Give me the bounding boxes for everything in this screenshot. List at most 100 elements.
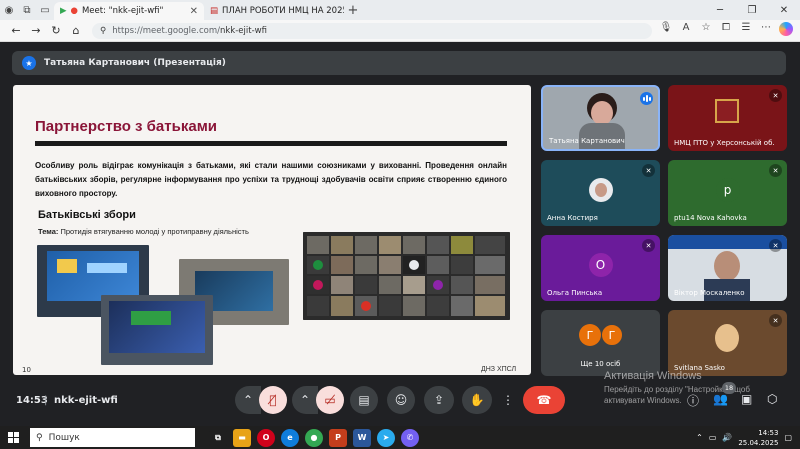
participant-tile[interactable]: ✕ Svitlana Sasko [668,310,787,376]
chrome-icon[interactable]: ● [305,428,323,447]
maximize-icon[interactable]: ❐ [736,5,768,16]
edge-icon[interactable]: e [281,428,299,447]
extensions-icon[interactable]: ⧠ [718,22,734,39]
copilot-icon[interactable] [778,22,794,39]
activities-icon[interactable]: ⬡ [767,392,777,406]
viber-icon[interactable]: ✆ [401,428,419,447]
address-bar-row: ← → ↻ ⌂ ⚲ https://meet.google.com/nkk-ej… [0,20,800,42]
more-participants-tile[interactable]: Г Г Ще 10 осіб [541,310,660,376]
site-info-icon[interactable]: ⚲ [100,26,106,36]
emoji-button[interactable]: ☺ [387,386,415,414]
org-logo-icon [715,99,739,123]
mic-off-icon: ✕ [769,164,782,177]
participant-name: ptu14 Nova Kahovka [674,214,747,222]
profile-icon[interactable]: ◉ [0,0,18,20]
clock-date: 25.04.2025 [738,438,779,447]
microphone-icon[interactable]: 🎙 [658,22,674,39]
participant-tile[interactable]: p ✕ ptu14 Nova Kahovka [668,160,787,226]
back-icon[interactable]: ← [6,24,26,37]
avatar: Г [579,324,601,346]
avatar [588,177,613,202]
search-placeholder: Пошук [48,432,80,443]
favorites-icon[interactable]: ☰ [738,22,754,39]
clock-time: 14:53 [758,428,779,437]
separator: | [44,395,48,406]
forward-icon[interactable]: → [26,24,46,37]
captions-button[interactable]: ▤ [350,386,378,414]
camera-toggle-button[interactable]: ▭̸ [316,386,344,414]
tab-actions-icon[interactable]: ▭ [36,0,54,20]
presentation-slide: Партнерство з батьками Особливу роль від… [13,85,531,375]
recording-icon: ● [70,6,78,16]
taskbar-search[interactable]: ⚲ Пошук [30,428,195,447]
participant-tile[interactable]: ✕ Віктор Москаленко [668,235,787,301]
mic-options-chevron-icon[interactable]: ⌃ [235,386,261,414]
topic-label: Тема: [38,227,59,236]
participant-name: Ольга Пинська [547,289,603,297]
reload-icon[interactable]: ↻ [46,24,66,37]
opera-icon[interactable]: O [257,428,275,447]
participant-tile[interactable]: О ✕ Ольга Пинська [541,235,660,301]
chat-icon[interactable]: ▣ [741,392,752,406]
favorite-star-icon[interactable]: ☆ [698,22,714,39]
slide-page-number: 10 [22,366,31,374]
workspaces-icon[interactable]: ⧉ [18,0,36,20]
meeting-code[interactable]: nkk-ejit-wfi [54,395,118,406]
slide-title: Партнерство з батьками [35,118,218,135]
participant-tile[interactable]: Татьяна Картанович [541,85,660,151]
window-controls: ─ ❐ ✕ [704,5,800,16]
network-icon[interactable]: ▭ [709,433,717,442]
url-field[interactable]: ⚲ https://meet.google.com/nkk-ejit-wfi [92,22,652,39]
word-icon[interactable]: W [353,428,371,447]
slide-topic: Тема: Протидія втягуванню молоді у проти… [38,227,249,236]
more-participants-label: Ще 10 осіб [580,360,621,368]
participant-tile[interactable]: ✕ Анна Костиря [541,160,660,226]
presenter-logo-icon: ★ [22,56,36,70]
start-button[interactable] [0,432,26,443]
taskbar-clock[interactable]: 14:53 25.04.2025 [738,428,778,448]
mic-off-icon: ✕ [642,164,655,177]
present-screen-button[interactable]: ⇪ [424,386,454,414]
slide-photo-laptop-2 [101,295,213,365]
task-view-icon[interactable]: ⧉ [209,428,227,447]
slide-divider [35,141,507,146]
home-icon[interactable]: ⌂ [66,24,86,37]
powerpoint-icon[interactable]: P [329,428,347,447]
participant-tile[interactable]: ✕ НМЦ ПТО у Херсонській об... [668,85,787,151]
topic-text: Протидія втягуванню молоді у протиправну… [60,227,249,236]
participant-name: Анна Костиря [547,214,598,222]
participants-count-badge: 18 [722,382,736,394]
minimize-icon[interactable]: ─ [704,5,736,16]
mic-off-icon: ✕ [769,314,782,327]
tab-plan[interactable]: ▤ ПЛАН РОБОТИ НМЦ НА 2025 р ✕ [204,2,344,20]
more-options-icon[interactable]: ⋮ [499,386,517,414]
volume-icon[interactable]: 🔊 [722,433,732,442]
read-aloud-icon[interactable]: A [678,22,694,39]
presenter-bar: ★ Татьяна Картанович (Презентація) [12,51,786,75]
notifications-icon[interactable]: ▢ [784,433,792,442]
meet-area: ★ Татьяна Картанович (Презентація) Партн… [0,43,800,426]
info-icon[interactable]: ⓘ [687,392,699,409]
system-tray: ⌃ ▭ 🔊 14:53 25.04.2025 ▢ [696,428,800,448]
slide-brand: ДНЗ ХПСЛ [481,366,517,373]
file-explorer-icon[interactable]: ▬ [233,428,251,447]
tab-meet[interactable]: ▶ ● Meet: "nkk-ejit-wfi" ✕ [54,2,204,20]
raise-hand-button[interactable]: ✋ [462,386,492,414]
more-icon[interactable]: ⋯ [758,22,774,39]
mic-off-icon: ✕ [642,239,655,252]
slide-photo-video-grid [303,232,510,320]
telegram-icon[interactable]: ➤ [377,428,395,447]
tab-title: ПЛАН РОБОТИ НМЦ НА 2025 р [222,6,344,16]
video-grid-graphic [303,232,510,320]
new-tab-button[interactable]: + [344,0,362,20]
close-window-icon[interactable]: ✕ [768,5,800,16]
slide-subtitle: Батьківські збори [38,209,136,221]
close-icon[interactable]: ✕ [190,6,198,17]
camera-options-chevron-icon[interactable]: ⌃ [292,386,318,414]
pdf-icon: ▤ [210,6,219,16]
end-call-button[interactable]: ☎ [523,386,565,414]
microphone-toggle-button[interactable]: 🎙̸ [259,386,287,414]
url-path: nkk-ejit-wfi [219,25,267,36]
tray-chevron-icon[interactable]: ⌃ [696,433,703,442]
people-icon[interactable]: 👥 [713,392,728,406]
